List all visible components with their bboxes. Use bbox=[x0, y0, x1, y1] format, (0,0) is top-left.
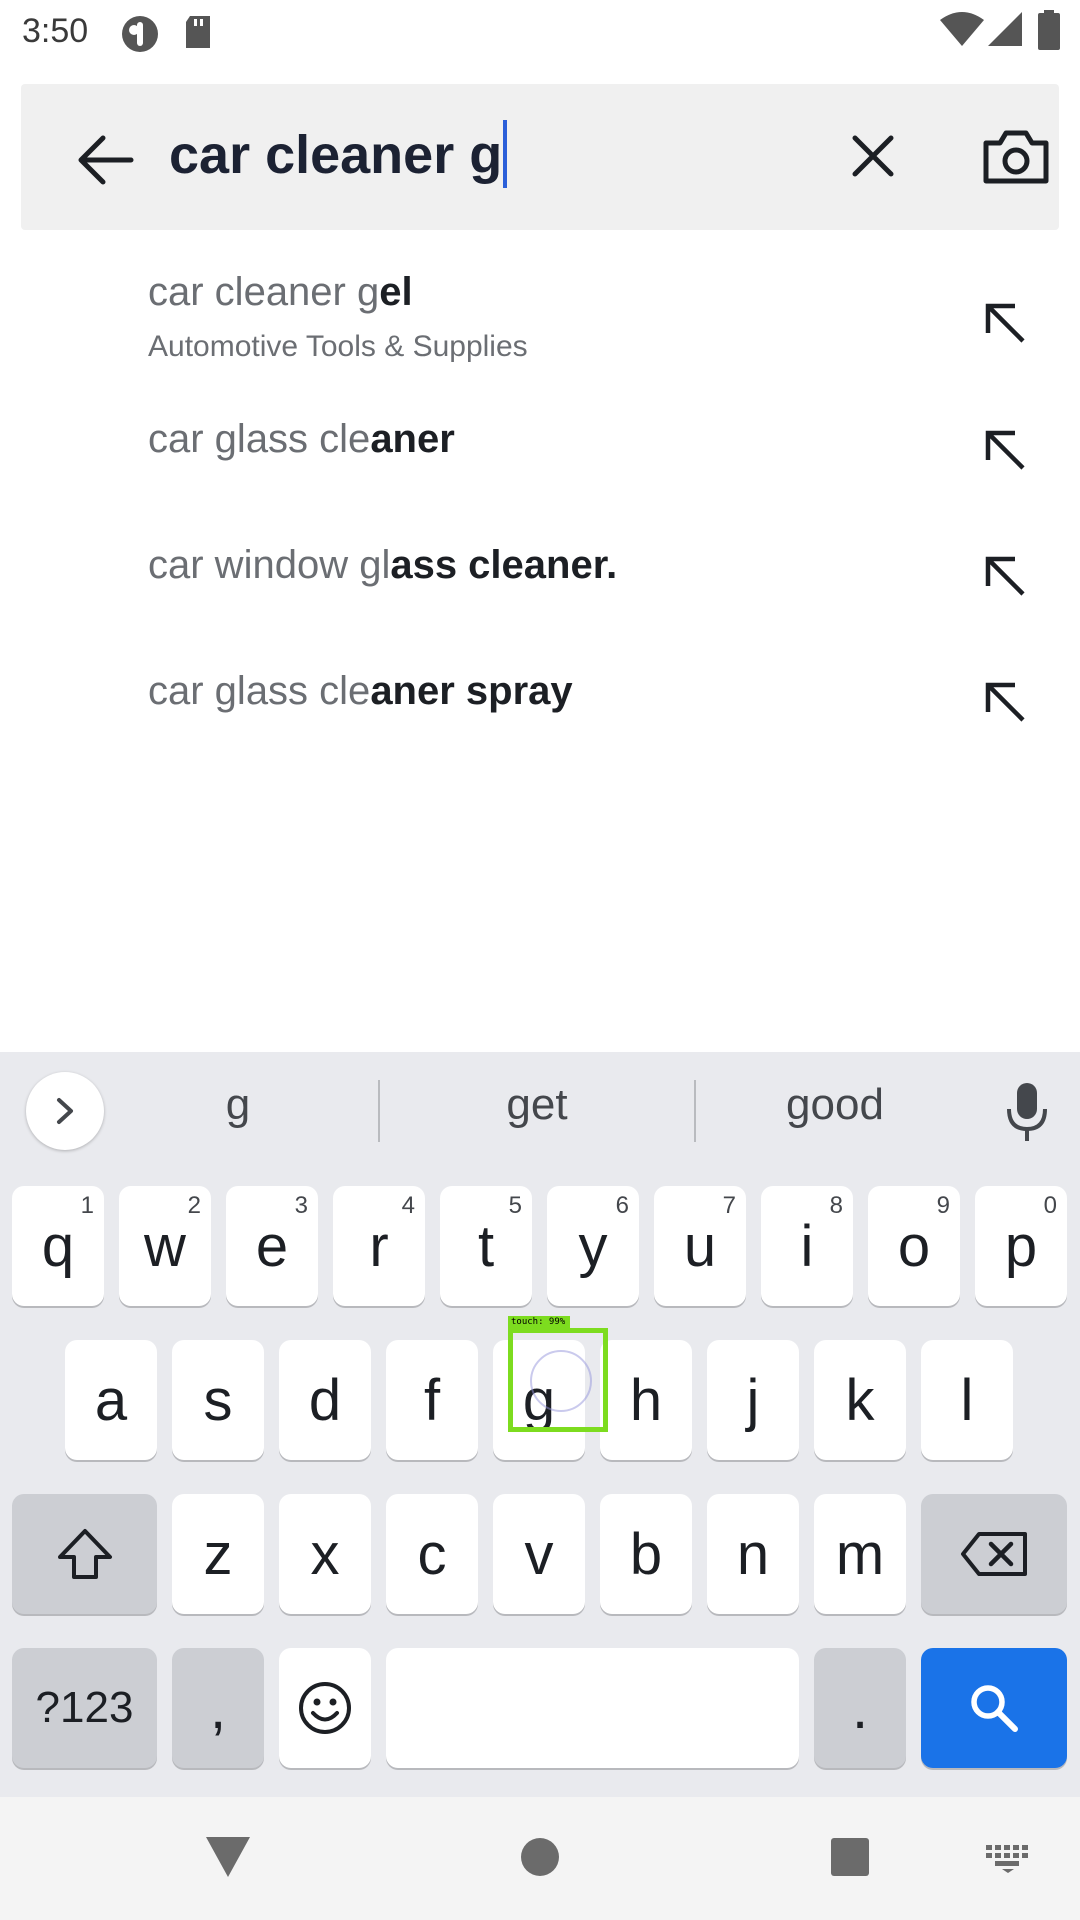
key-o[interactable]: o9 bbox=[868, 1186, 960, 1306]
word-suggestion[interactable]: good bbox=[732, 1080, 938, 1130]
keyboard-suggestion-strip: g get good bbox=[0, 1052, 1080, 1166]
battery-icon bbox=[1038, 10, 1060, 55]
wifi-icon bbox=[940, 12, 984, 51]
keyboard-switch-button[interactable] bbox=[986, 1845, 1030, 1878]
key-k[interactable]: k bbox=[814, 1340, 906, 1460]
fill-query-button[interactable] bbox=[970, 288, 1040, 358]
fill-query-button[interactable] bbox=[970, 415, 1040, 485]
comma-key[interactable]: , bbox=[172, 1648, 264, 1768]
microphone-icon bbox=[1007, 1083, 1047, 1141]
status-bar: 3:50 bbox=[0, 0, 1080, 64]
shift-arrow-icon bbox=[57, 1529, 112, 1579]
word-suggestion[interactable]: get bbox=[434, 1080, 640, 1130]
nav-home-button[interactable] bbox=[520, 1837, 560, 1882]
back-triangle-icon bbox=[206, 1837, 250, 1877]
suggestion-item[interactable]: car window glass cleaner. bbox=[0, 526, 1080, 626]
backspace-icon bbox=[961, 1532, 1027, 1576]
suggestion-item[interactable]: car cleaner gel Automotive Tools & Suppl… bbox=[0, 258, 1080, 378]
symbols-key[interactable]: ?123 bbox=[12, 1648, 157, 1768]
key-z[interactable]: z bbox=[172, 1494, 264, 1614]
key-u[interactable]: u7 bbox=[654, 1186, 746, 1306]
text-cursor bbox=[503, 120, 508, 188]
key-m[interactable]: m bbox=[814, 1494, 906, 1614]
home-circle-icon bbox=[521, 1838, 559, 1876]
camera-icon bbox=[983, 130, 1049, 184]
key-d[interactable]: d bbox=[279, 1340, 371, 1460]
suggestion-text: car cleaner gel bbox=[148, 270, 413, 314]
key-y[interactable]: y6 bbox=[547, 1186, 639, 1306]
key-t[interactable]: t5 bbox=[440, 1186, 532, 1306]
nav-back-button[interactable] bbox=[204, 1835, 252, 1884]
key-a[interactable]: a bbox=[65, 1340, 157, 1460]
arrow-left-icon bbox=[78, 135, 134, 185]
key-v[interactable]: v bbox=[493, 1494, 585, 1614]
navigation-bar bbox=[0, 1797, 1080, 1920]
key-h[interactable]: h bbox=[600, 1340, 692, 1460]
voice-input-button[interactable] bbox=[1002, 1080, 1052, 1144]
shift-key[interactable] bbox=[12, 1494, 157, 1614]
arrow-up-left-icon bbox=[985, 682, 1025, 722]
chevron-right-icon bbox=[57, 1098, 73, 1124]
key-x[interactable]: x bbox=[279, 1494, 371, 1614]
emoji-icon bbox=[299, 1682, 351, 1734]
status-time: 3:50 bbox=[22, 12, 89, 50]
suggestion-item[interactable]: car glass cleaner bbox=[0, 400, 1080, 500]
strip-divider bbox=[378, 1080, 380, 1142]
search-input[interactable]: car cleaner g bbox=[169, 120, 508, 190]
emoji-key[interactable] bbox=[279, 1648, 371, 1768]
touch-highlight-box bbox=[508, 1328, 608, 1432]
key-b[interactable]: b bbox=[600, 1494, 692, 1614]
suggestion-text: car window glass cleaner. bbox=[148, 543, 618, 587]
key-l[interactable]: l bbox=[921, 1340, 1013, 1460]
key-j[interactable]: j bbox=[707, 1340, 799, 1460]
clear-search-button[interactable] bbox=[833, 116, 913, 196]
suggestion-text: car glass cleaner bbox=[148, 417, 455, 461]
nav-recents-button[interactable] bbox=[830, 1837, 870, 1882]
arrow-up-left-icon bbox=[985, 430, 1025, 470]
key-f[interactable]: f bbox=[386, 1340, 478, 1460]
keyboard-toolbar-expand-button[interactable] bbox=[26, 1072, 104, 1150]
search-enter-key[interactable] bbox=[921, 1648, 1067, 1768]
search-icon bbox=[971, 1685, 1018, 1732]
strip-divider bbox=[694, 1080, 696, 1142]
arrow-up-left-icon bbox=[985, 303, 1025, 343]
key-w[interactable]: w2 bbox=[119, 1186, 211, 1306]
space-bar[interactable] bbox=[386, 1648, 799, 1768]
suggestion-category: Automotive Tools & Supplies bbox=[148, 330, 528, 363]
key-e[interactable]: e3 bbox=[226, 1186, 318, 1306]
notification-app-icon bbox=[120, 14, 160, 59]
word-suggestion[interactable]: g bbox=[150, 1080, 326, 1130]
key-p[interactable]: p0 bbox=[975, 1186, 1067, 1306]
key-c[interactable]: c bbox=[386, 1494, 478, 1614]
back-button[interactable] bbox=[65, 120, 145, 200]
key-q[interactable]: q1 bbox=[12, 1186, 104, 1306]
key-r[interactable]: r4 bbox=[333, 1186, 425, 1306]
signal-icon bbox=[988, 12, 1022, 51]
suggestion-text: car glass cleaner spray bbox=[148, 669, 573, 713]
recents-square-icon bbox=[831, 1838, 869, 1876]
fill-query-button[interactable] bbox=[970, 541, 1040, 611]
backspace-key[interactable] bbox=[921, 1494, 1067, 1614]
suggestion-item[interactable]: car glass cleaner spray bbox=[0, 652, 1080, 752]
close-icon bbox=[852, 135, 894, 177]
sd-card-icon bbox=[182, 14, 214, 55]
period-key[interactable]: . bbox=[814, 1648, 906, 1768]
search-query-text: car cleaner g bbox=[169, 125, 503, 185]
key-n[interactable]: n bbox=[707, 1494, 799, 1614]
touch-label: touch: 99% bbox=[508, 1316, 570, 1328]
search-bar: car cleaner g bbox=[21, 84, 1059, 230]
key-s[interactable]: s bbox=[172, 1340, 264, 1460]
keyboard-switch-icon bbox=[986, 1845, 1028, 1873]
fill-query-button[interactable] bbox=[970, 667, 1040, 737]
key-i[interactable]: i8 bbox=[761, 1186, 853, 1306]
arrow-up-left-icon bbox=[985, 556, 1025, 596]
camera-search-button[interactable] bbox=[971, 112, 1061, 202]
